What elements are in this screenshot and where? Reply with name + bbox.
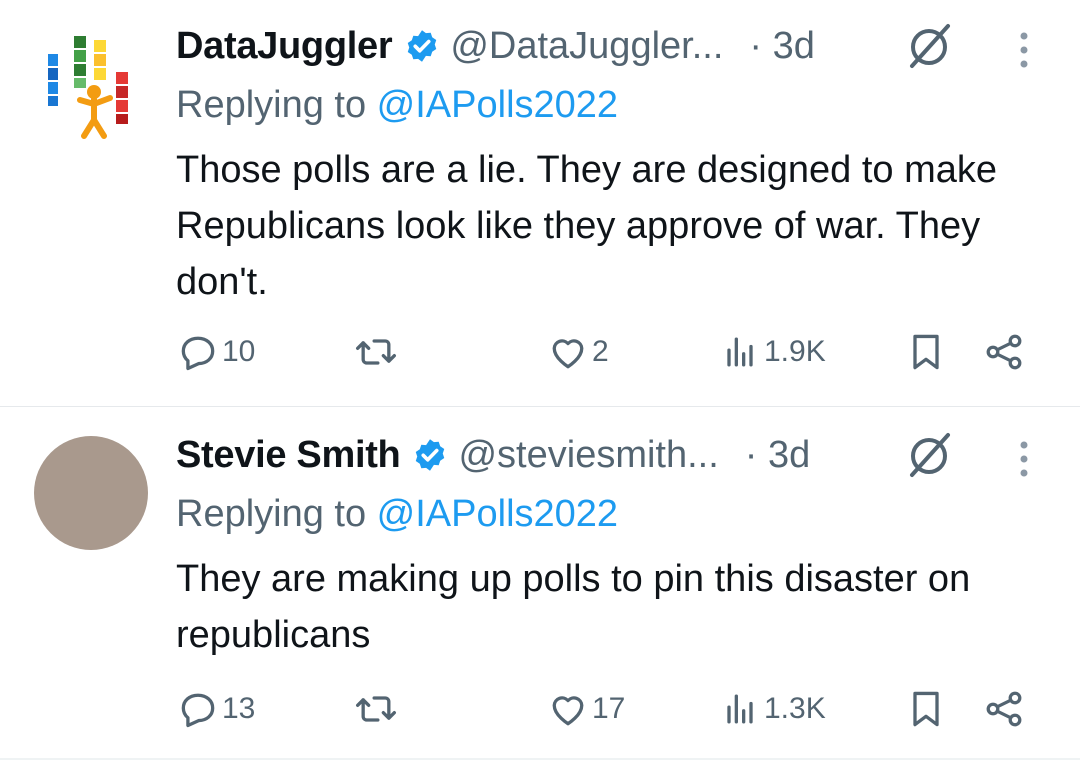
verified-badge-icon bbox=[408, 30, 437, 62]
replying-to-label: Replying to bbox=[176, 84, 377, 126]
view-count: 1.9K bbox=[764, 335, 826, 368]
reply-count: 10 bbox=[222, 335, 256, 368]
bookmark-button[interactable] bbox=[904, 687, 948, 731]
reply-icon bbox=[181, 693, 215, 728]
grok-icon[interactable] bbox=[904, 22, 954, 72]
replying-to-label: Replying to bbox=[176, 493, 377, 535]
avatar[interactable] bbox=[34, 436, 148, 550]
share-button[interactable] bbox=[982, 687, 1026, 731]
views-button[interactable]: 1.9K bbox=[718, 330, 826, 374]
share-icon bbox=[986, 334, 1022, 370]
tweet-header: Stevie Smith @steviesmith... · 3d bbox=[176, 427, 810, 483]
reply-button[interactable]: 13 bbox=[176, 687, 255, 731]
more-options-icon[interactable] bbox=[1017, 30, 1031, 70]
replying-to: Replying to @IAPolls2022 bbox=[176, 84, 618, 127]
heart-icon bbox=[552, 339, 584, 369]
bookmark-icon bbox=[913, 691, 939, 727]
analytics-icon bbox=[727, 337, 753, 367]
display-name[interactable]: DataJuggler bbox=[176, 25, 393, 68]
juggler-puzzle-icon bbox=[48, 36, 128, 139]
bookmark-button[interactable] bbox=[904, 330, 948, 374]
mention-link[interactable]: @IAPolls2022 bbox=[377, 84, 618, 126]
like-count: 17 bbox=[592, 692, 626, 725]
share-button[interactable] bbox=[982, 330, 1026, 374]
tweet-header: DataJuggler @DataJuggler... · 3d bbox=[176, 18, 815, 74]
like-count: 2 bbox=[592, 335, 609, 368]
view-count: 1.3K bbox=[764, 692, 826, 725]
more-options-icon[interactable] bbox=[1017, 439, 1031, 479]
tweet-divider bbox=[0, 758, 1080, 760]
like-button[interactable]: 2 bbox=[546, 330, 609, 374]
action-bar: 13 17 1.3K bbox=[176, 687, 1036, 737]
tweet-item[interactable]: DataJuggler @DataJuggler... · 3d Replyin… bbox=[0, 0, 1080, 406]
retweet-icon bbox=[356, 339, 396, 365]
share-icon bbox=[986, 691, 1022, 727]
retweet-icon bbox=[356, 696, 396, 722]
tweet-item[interactable]: Stevie Smith @steviesmith... · 3d Replyi… bbox=[0, 407, 1080, 762]
user-handle[interactable]: @steviesmith... bbox=[458, 434, 718, 477]
retweet-button[interactable] bbox=[354, 687, 398, 731]
heart-icon bbox=[552, 696, 584, 726]
views-button[interactable]: 1.3K bbox=[718, 687, 826, 731]
verified-badge-icon bbox=[416, 439, 445, 471]
analytics-icon bbox=[727, 694, 753, 724]
replying-to: Replying to @IAPolls2022 bbox=[176, 493, 618, 536]
mention-link[interactable]: @IAPolls2022 bbox=[377, 493, 618, 535]
grok-icon[interactable] bbox=[904, 431, 954, 481]
tweet-text: Those polls are a lie. They are designed… bbox=[176, 149, 997, 303]
action-bar: 10 2 1.9K bbox=[176, 330, 1036, 380]
user-handle[interactable]: @DataJuggler... bbox=[450, 25, 723, 68]
retweet-button[interactable] bbox=[354, 330, 398, 374]
reply-button[interactable]: 10 bbox=[176, 330, 255, 374]
bookmark-icon bbox=[913, 334, 939, 370]
reply-icon bbox=[181, 336, 215, 371]
reply-count: 13 bbox=[222, 692, 256, 725]
avatar[interactable] bbox=[34, 30, 148, 144]
tweet-text: They are making up polls to pin this dis… bbox=[176, 558, 971, 656]
like-button[interactable]: 17 bbox=[546, 687, 625, 731]
timestamp[interactable]: · 3d bbox=[749, 25, 814, 68]
timestamp[interactable]: · 3d bbox=[745, 434, 810, 477]
display-name[interactable]: Stevie Smith bbox=[176, 434, 401, 477]
